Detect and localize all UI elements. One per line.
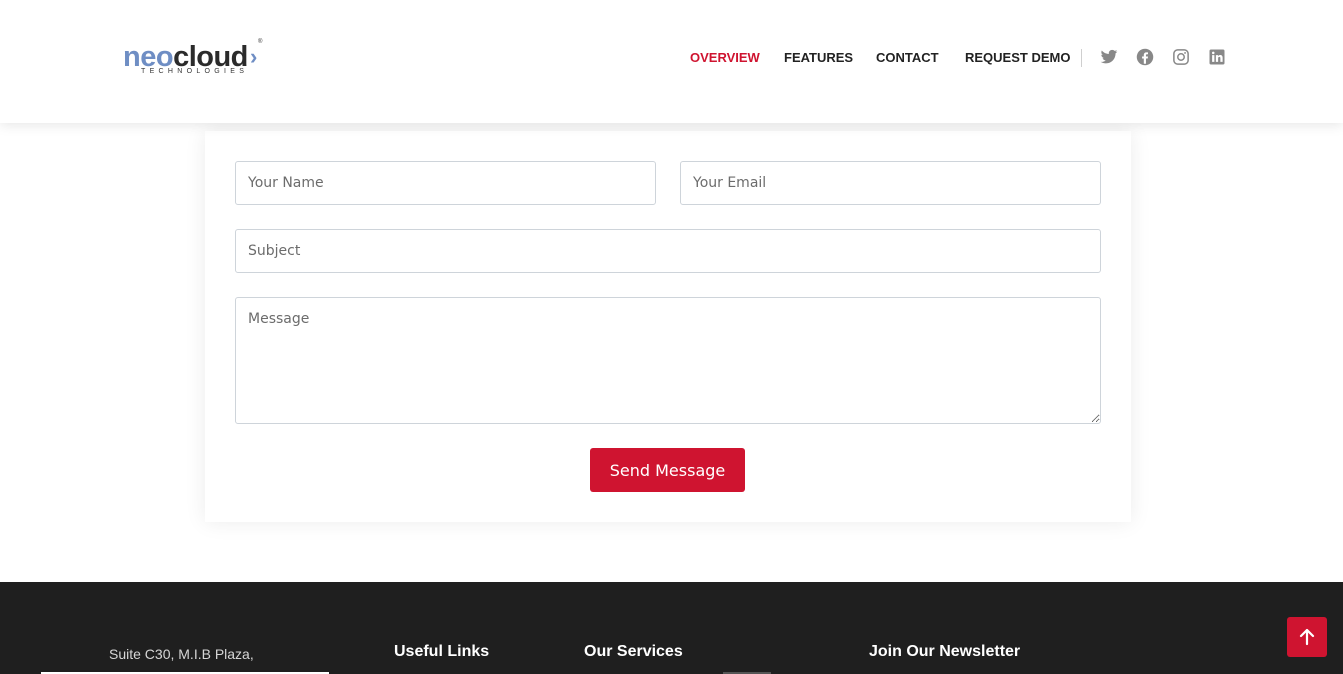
our-services-heading: Our Services	[584, 643, 683, 660]
logo-tagline: TECHNOLOGIES	[141, 68, 249, 75]
nav-item-features[interactable]: FEATURES	[784, 49, 853, 67]
message-textarea[interactable]	[235, 297, 1101, 424]
linkedin-icon[interactable]	[1208, 48, 1226, 66]
facebook-icon[interactable]	[1136, 48, 1154, 66]
send-message-button[interactable]: Send Message	[590, 448, 745, 492]
contact-form-card: Send Message	[205, 131, 1131, 522]
neocloud-logo[interactable]: neocloud › ® TECHNOLOGIES	[123, 39, 268, 80]
logo-chevron-icon: ›	[250, 44, 258, 69]
useful-links-heading: Useful Links	[394, 643, 490, 660]
footer-address: Suite C30, M.I.B Plaza,	[109, 646, 254, 662]
name-input[interactable]	[235, 161, 656, 205]
newsletter-heading: Join Our Newsletter	[869, 643, 1021, 660]
nav-item-contact[interactable]: CONTACT	[876, 49, 939, 67]
email-input[interactable]	[680, 161, 1101, 205]
site-header: neocloud › ® TECHNOLOGIES OVERVIEW FEATU…	[0, 0, 1343, 123]
nav-divider	[1081, 49, 1082, 67]
back-to-top-button[interactable]	[1287, 617, 1327, 657]
nav-item-overview[interactable]: OVERVIEW	[690, 49, 760, 67]
subject-input[interactable]	[235, 229, 1101, 273]
arrow-up-icon	[1299, 628, 1315, 646]
twitter-icon[interactable]	[1100, 48, 1118, 66]
logo-registered-mark: ®	[258, 39, 263, 45]
site-footer: Suite C30, M.I.B Plaza, Useful Links Our…	[0, 582, 1343, 674]
nav-item-request-demo[interactable]: REQUEST DEMO	[965, 49, 1070, 67]
instagram-icon[interactable]	[1172, 48, 1190, 66]
